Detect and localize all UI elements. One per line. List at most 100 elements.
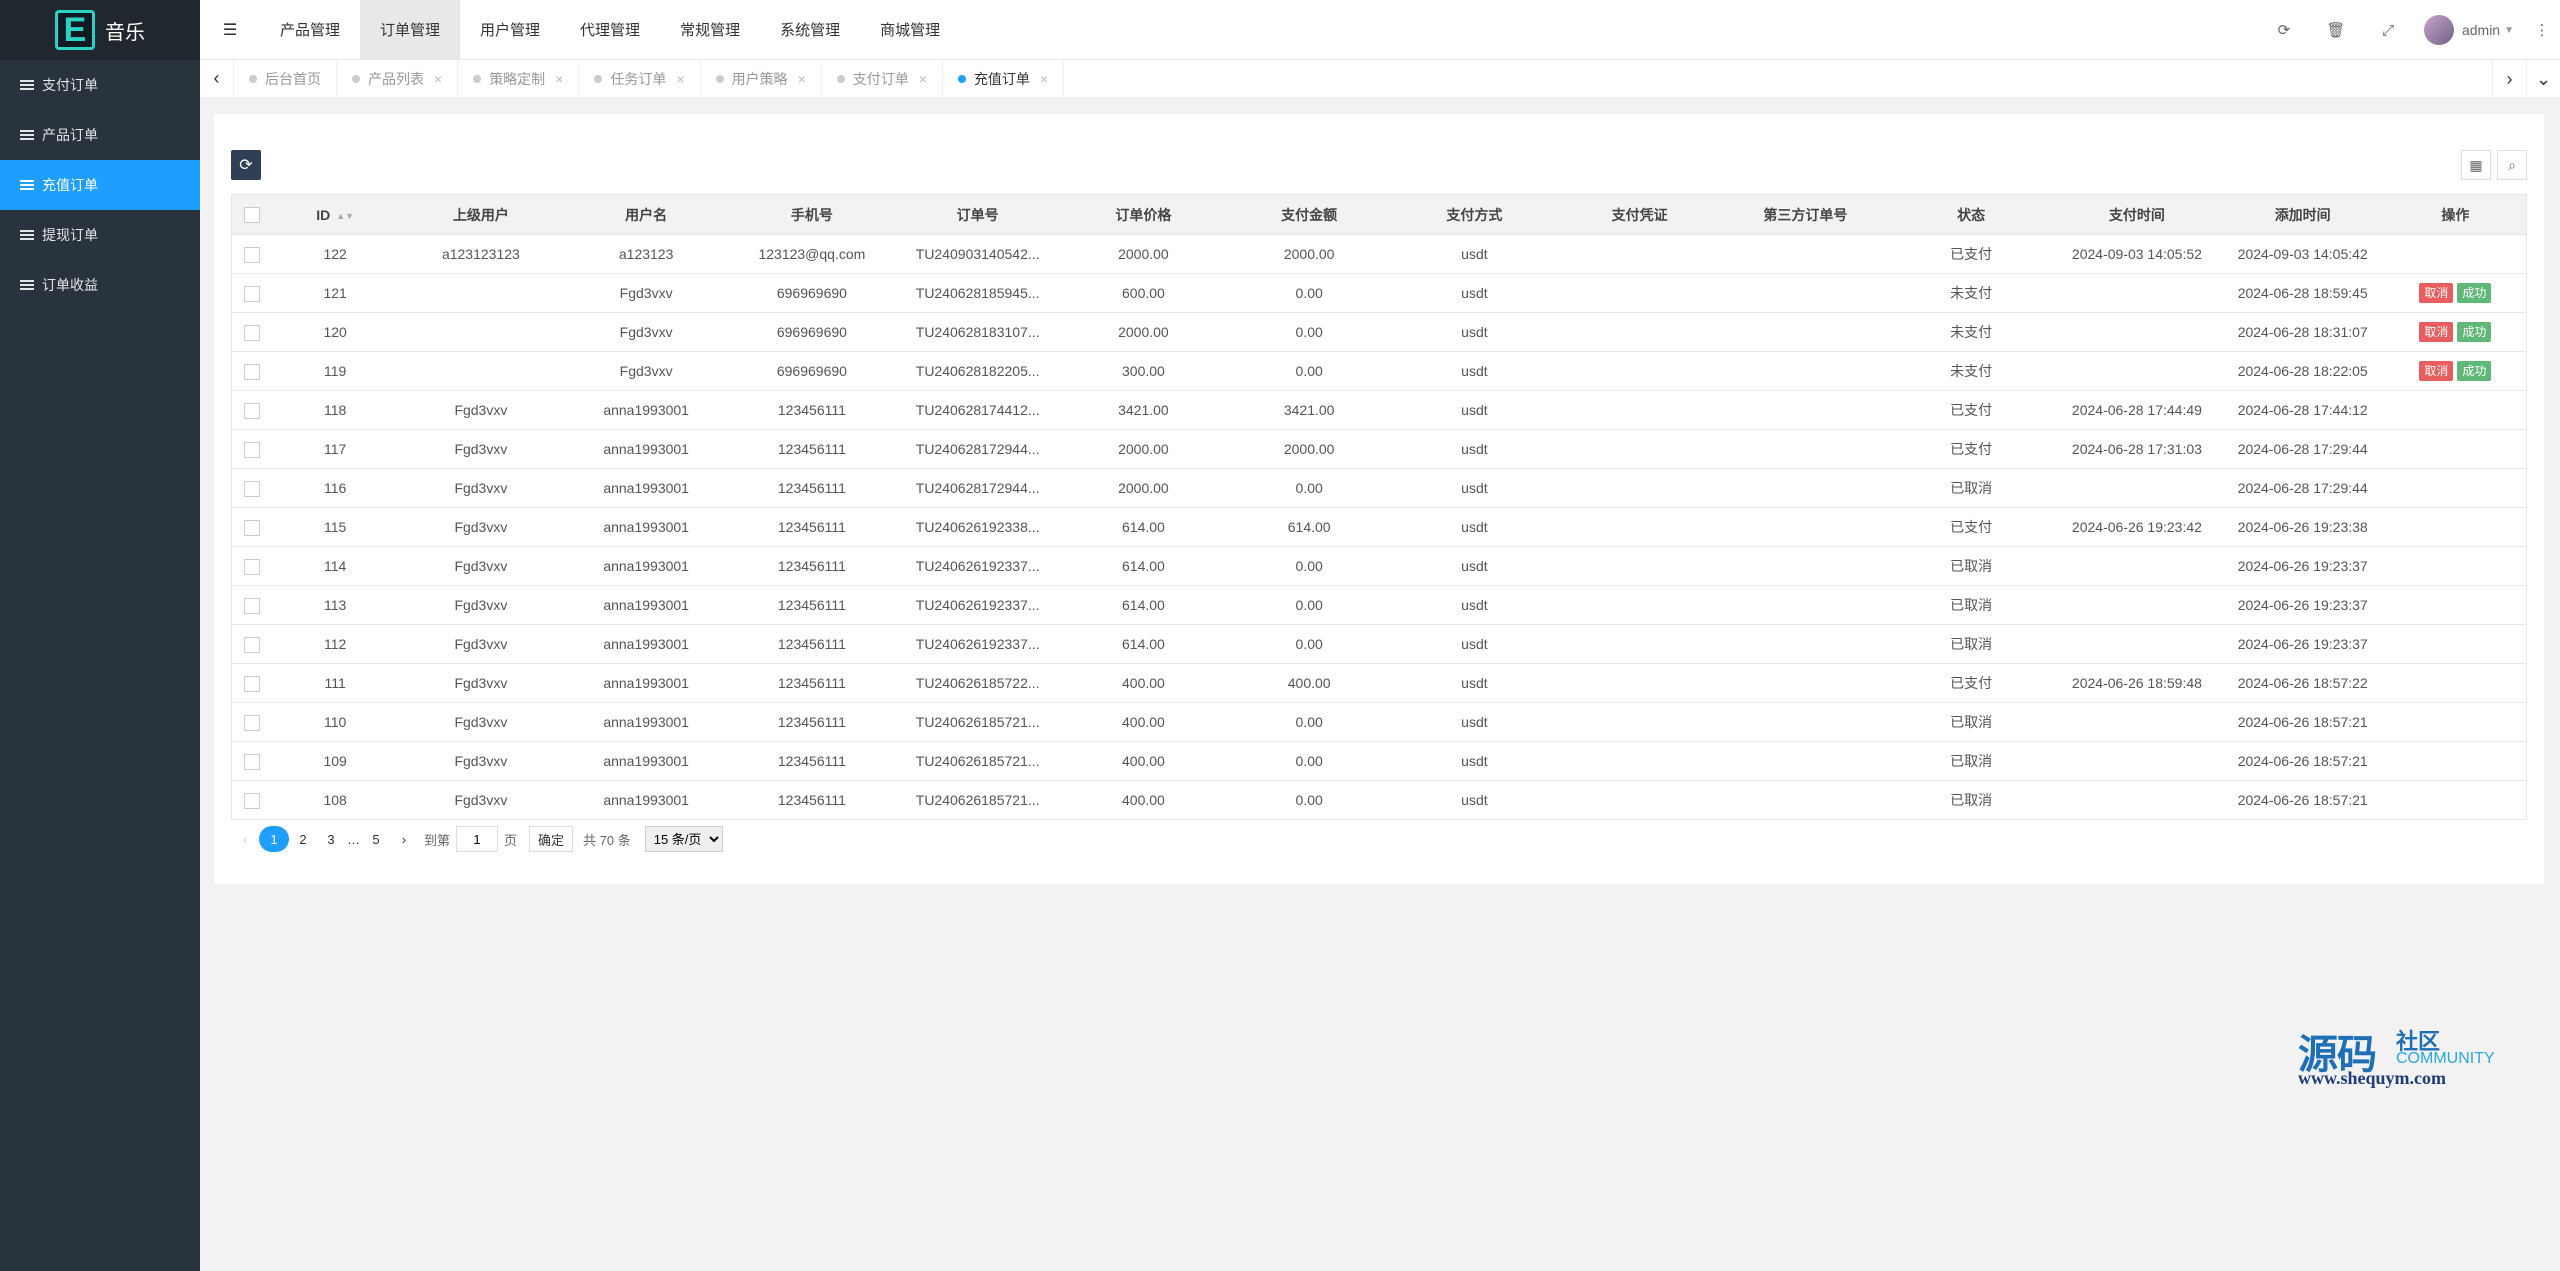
row-checkbox[interactable] xyxy=(244,246,261,263)
close-icon[interactable]: × xyxy=(919,71,927,87)
cell-7: usdt xyxy=(1391,663,1558,703)
refresh-icon[interactable]: ⟳ xyxy=(2258,0,2310,60)
row-checkbox[interactable] xyxy=(244,675,261,692)
column-header-label: 第三方订单号 xyxy=(1763,206,1848,223)
chevron-left-icon[interactable]: ‹ xyxy=(200,59,234,98)
row-checkbox[interactable] xyxy=(244,519,261,536)
cell-11: 2024-09-03 14:05:52 xyxy=(2053,234,2221,274)
nav-item-5[interactable]: 系统管理 xyxy=(760,0,860,60)
row-checkbox[interactable] xyxy=(244,558,261,575)
sidebar-item-0[interactable]: 支付订单 xyxy=(0,60,200,110)
cancel-button[interactable]: 取消 xyxy=(2419,361,2454,381)
tab-3[interactable]: 任务订单 × xyxy=(579,59,701,98)
cell-13 xyxy=(2384,429,2527,469)
cancel-button[interactable]: 取消 xyxy=(2419,283,2454,303)
nav-item-0[interactable]: 产品管理 xyxy=(260,0,360,60)
menu-fold-icon[interactable]: ☰ xyxy=(200,0,260,60)
cell-4: TU240626185721... xyxy=(895,741,1060,781)
cell-4: TU240628183107... xyxy=(895,312,1060,352)
cell-13 xyxy=(2384,507,2527,547)
nav-item-1[interactable]: 订单管理 xyxy=(360,0,461,60)
cell-9 xyxy=(1721,234,1890,274)
cell-13 xyxy=(2384,663,2527,703)
tab-5[interactable]: 支付订单 × xyxy=(822,59,943,98)
tab-6[interactable]: 充值订单 × xyxy=(943,59,1065,98)
cell-7: usdt xyxy=(1391,507,1558,547)
chevron-down-icon[interactable]: ⌄ xyxy=(2526,60,2560,98)
nav-item-4[interactable]: 常规管理 xyxy=(660,0,760,60)
sidebar-item-4[interactable]: 订单收益 xyxy=(0,260,200,310)
prev-page-icon[interactable]: ‹ xyxy=(231,826,259,852)
page-1[interactable]: 1 xyxy=(259,826,289,852)
success-button[interactable]: 成功 xyxy=(2457,283,2492,303)
row-checkbox[interactable] xyxy=(244,480,261,497)
row-checkbox[interactable] xyxy=(244,597,261,614)
page-size-select[interactable]: 15 条/页 xyxy=(644,826,723,852)
sidebar-item-1[interactable]: 产品订单 xyxy=(0,110,200,160)
close-icon[interactable]: × xyxy=(434,71,442,87)
more-icon[interactable]: ⋮ xyxy=(2524,0,2560,60)
goto-confirm-button[interactable]: 确定 xyxy=(529,826,574,852)
sidebar-item-label: 充值订单 xyxy=(42,177,98,193)
cell-2: anna1993001 xyxy=(564,702,729,742)
cell-12: 2024-06-26 19:23:37 xyxy=(2220,546,2385,586)
page-5[interactable]: 5 xyxy=(362,826,390,852)
row-checkbox[interactable] xyxy=(244,441,261,458)
row-checkbox[interactable] xyxy=(244,363,261,380)
sort-icon[interactable]: ▲▼ xyxy=(336,211,354,220)
column-header-0[interactable]: ID ▲▼ xyxy=(272,194,398,235)
nav-item-2[interactable]: 用户管理 xyxy=(460,0,560,60)
sidebar-item-3[interactable]: 提现订单 xyxy=(0,210,200,260)
trash-icon[interactable]: 🗑 xyxy=(2310,0,2362,60)
row-checkbox[interactable] xyxy=(244,285,261,302)
cell-3: 123456111 xyxy=(728,507,896,547)
cell-6: 0.00 xyxy=(1227,468,1392,508)
success-button[interactable]: 成功 xyxy=(2457,322,2492,342)
close-icon[interactable]: × xyxy=(555,71,563,87)
row-checkbox[interactable] xyxy=(244,636,261,653)
row-checkbox[interactable] xyxy=(244,714,261,731)
cell-8 xyxy=(1557,780,1722,820)
goto-page-input[interactable] xyxy=(456,826,499,852)
cell-3: 696969690 xyxy=(728,273,896,313)
row-checkbox[interactable] xyxy=(244,402,261,419)
sidebar-item-2[interactable]: 充值订单 xyxy=(0,160,200,210)
close-icon[interactable]: × xyxy=(1040,71,1048,87)
cell-6: 0.00 xyxy=(1227,351,1392,391)
search-icon[interactable]: ⌕ xyxy=(2497,150,2527,180)
nav-item-3[interactable]: 代理管理 xyxy=(560,0,660,60)
cell-8 xyxy=(1557,390,1722,430)
tab-2[interactable]: 策略定制 × xyxy=(458,59,580,98)
tab-0[interactable]: 后台首页 xyxy=(234,59,337,98)
page-3[interactable]: 3 xyxy=(317,826,345,852)
user-menu[interactable]: admin ▼ xyxy=(2414,0,2524,60)
cancel-button[interactable]: 取消 xyxy=(2419,322,2454,342)
columns-filter-icon[interactable]: ▦ xyxy=(2461,150,2491,180)
cell-5: 400.00 xyxy=(1059,702,1228,742)
select-all-checkbox[interactable] xyxy=(244,207,261,224)
close-icon[interactable]: × xyxy=(798,71,806,87)
cell-5: 400.00 xyxy=(1059,780,1228,820)
cell-1: Fgd3vxv xyxy=(397,663,565,703)
cell-11: 2024-06-28 17:44:49 xyxy=(2053,390,2221,430)
row-checkbox[interactable] xyxy=(244,792,261,809)
row-checkbox[interactable] xyxy=(244,753,261,770)
page-2[interactable]: 2 xyxy=(289,826,317,852)
row-checkbox[interactable] xyxy=(244,324,261,341)
tab-1[interactable]: 产品列表 × xyxy=(337,59,459,98)
close-icon[interactable]: × xyxy=(676,71,684,87)
cell-10: 已支付 xyxy=(1889,663,2054,703)
cell-4: TU240626192337... xyxy=(895,585,1060,625)
column-header-7: 支付方式 xyxy=(1391,194,1558,235)
cell-10: 已取消 xyxy=(1889,546,2054,586)
next-page-icon[interactable]: › xyxy=(390,826,418,852)
refresh-button[interactable]: ⟳ xyxy=(231,150,261,180)
nav-item-6[interactable]: 商城管理 xyxy=(860,0,960,60)
cell-0: 119 xyxy=(272,351,398,391)
tab-4[interactable]: 用户策略 × xyxy=(701,59,822,98)
column-header-label: 操作 xyxy=(2441,206,2470,223)
chevron-right-icon[interactable]: › xyxy=(2492,60,2526,98)
fullscreen-icon[interactable]: ⤢ xyxy=(2362,0,2414,60)
cell-12: 2024-06-28 18:31:07 xyxy=(2220,312,2385,352)
success-button[interactable]: 成功 xyxy=(2457,361,2492,381)
